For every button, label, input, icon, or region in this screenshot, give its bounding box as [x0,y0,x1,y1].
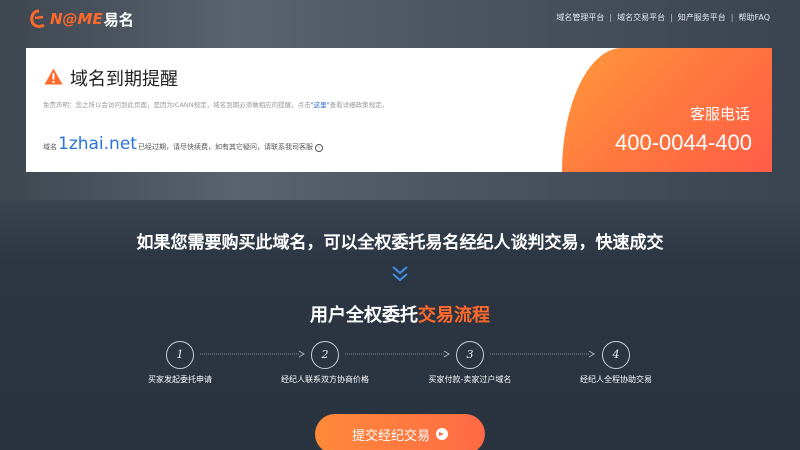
step-3-number: 3 [456,341,484,369]
hotline-label: 客服电话 [689,105,750,123]
logo-text: N@ME [50,10,103,28]
submit-brokerage-button[interactable]: 提交经纪交易 [315,414,485,450]
flow-title-prefix: 用户全权委托 [310,305,418,326]
step-arrow [200,350,305,358]
expired-suffix: 已经过期，请尽快续费，如有其它疑问，请联系我司客服 [137,143,313,151]
flow-title: 用户全权委托交易流程 [0,301,800,327]
disclaimer-prefix: 免责声明：您之所以会访问到此页面，是因为ICANN规定，域名到期必须做相应的提醒… [43,101,311,109]
step-1-label: 买家发起委托申请 [148,375,212,384]
step-2-number: 2 [311,341,339,369]
expired-prefix: 域名 [43,143,57,151]
warning-icon [44,68,63,85]
nav-help-faq[interactable]: 帮助FAQ [739,12,771,23]
nav-separator: | [670,13,673,22]
nav-domain-trading[interactable]: 域名交易平台 [617,12,665,23]
nav-ip-services[interactable]: 知产服务平台 [678,12,726,23]
nav-separator: | [609,13,613,22]
hotline-number: 400-0044-400 [614,130,752,155]
step-arrow [490,350,595,358]
step-arrow [345,350,450,358]
disclaimer-suffix: 查看详细政策规定。 [329,101,389,109]
expiry-notice-card: 域名到期提醒 免责声明：您之所以会访问到此页面，是因为ICANN规定，域名到期必… [26,48,772,172]
top-nav: 域名管理平台 | 域名交易平台 | 知产服务平台 | 帮助FAQ [556,12,770,23]
nav-separator: | [730,13,734,22]
customer-service-icon[interactable]: › [314,144,323,152]
step-4-label: 经纪人全程协助交易 [580,375,652,384]
double-chevron-down-icon [392,266,408,282]
notice-title: 域名到期提醒 [70,69,178,90]
logo-e-icon [30,9,45,28]
expired-message: 域名 1zhai.net 已经过期，请尽快续费，如有其它疑问，请联系我司客服 › [43,134,323,154]
step-3-label: 买家付款-卖家过户域名 [428,375,512,384]
headline: 如果您需要购买此域名，可以全权委托易名经纪人谈判交易，快速成交 [136,233,664,253]
policy-link[interactable]: "这里" [311,101,330,109]
flow-title-accent: 交易流程 [418,305,490,326]
arrow-right-icon [436,428,448,440]
step-1-number: 1 [166,341,194,369]
site-logo[interactable]: N@ME 易名 [30,7,134,31]
nav-domain-management[interactable]: 域名管理平台 [556,12,604,23]
submit-brokerage-label: 提交经纪交易 [351,428,430,444]
step-4-number: 4 [602,341,630,369]
logo-cn: 易名 [103,10,134,29]
domain-name: 1zhai.net [58,134,137,154]
step-2-label: 经纪人联系双方协商价格 [281,375,369,384]
disclaimer-text: 免责声明：您之所以会访问到此页面，是因为ICANN规定，域名到期必须做相应的提醒… [43,99,388,109]
